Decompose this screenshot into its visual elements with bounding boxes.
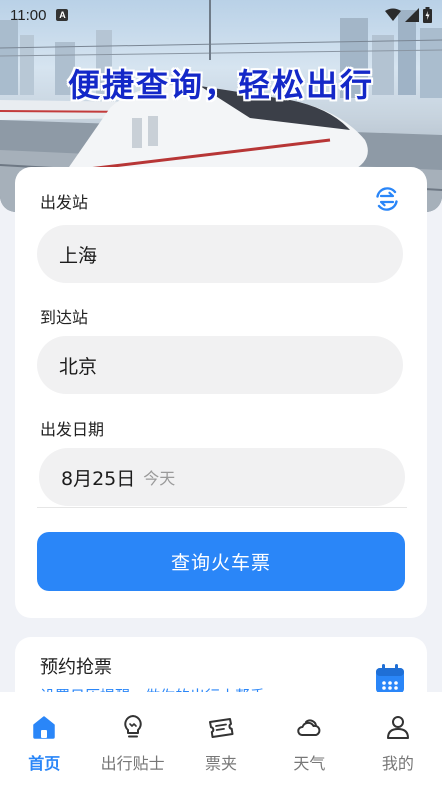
bottom-nav: 首页 出行贴士 票夹 天气 我的 — [0, 692, 442, 785]
arrival-station-field[interactable]: 北京 — [37, 336, 403, 394]
departure-label: 出发站 — [40, 193, 89, 212]
date-label: 出发日期 — [40, 420, 105, 439]
user-icon — [386, 716, 409, 739]
calendar-icon — [376, 664, 404, 693]
status-bar: 11:00 A — [0, 0, 442, 30]
weather-icon — [297, 719, 321, 736]
status-indicators — [385, 7, 432, 23]
search-tickets-button[interactable]: 查询火车票 — [37, 532, 405, 591]
signal-icon — [405, 8, 419, 22]
wifi-icon — [385, 8, 401, 21]
nav-label-tips: 出行贴士 — [100, 754, 165, 773]
nav-label-profile: 我的 — [381, 754, 414, 773]
nav-label-tickets: 票夹 — [205, 754, 238, 773]
lightbulb-icon — [123, 715, 142, 738]
arrival-label: 到达站 — [40, 308, 89, 327]
nav-item-tickets[interactable]: 票夹 — [177, 692, 265, 785]
date-today-hint: 今天 — [143, 469, 176, 488]
nav-item-tips[interactable]: 出行贴士 — [88, 692, 176, 785]
reservation-title: 预约抢票 — [40, 657, 112, 678]
nav-label-weather: 天气 — [293, 754, 326, 773]
departure-station-field[interactable]: 上海 — [37, 225, 403, 283]
home-icon — [33, 716, 55, 739]
departure-station-value: 上海 — [59, 244, 98, 267]
notification-icon: A — [56, 9, 69, 21]
departure-date-field[interactable]: 8月25日 今天 — [39, 448, 405, 506]
nav-label-home: 首页 — [28, 754, 61, 773]
date-divider — [37, 507, 407, 508]
battery-icon — [423, 7, 432, 23]
status-time: 11:00 — [10, 6, 47, 24]
swap-icon — [376, 187, 398, 211]
ticket-icon — [209, 718, 234, 738]
departure-date-value: 8月25日 — [61, 467, 136, 490]
ticket-search-card: 出发站 上海 到达站 北京 出发日期 8月25日 今天 查询火车票 — [15, 167, 427, 618]
arrival-station-value: 北京 — [59, 355, 98, 378]
nav-item-profile[interactable]: 我的 — [354, 692, 442, 785]
nav-item-weather[interactable]: 天气 — [265, 692, 353, 785]
nav-item-home[interactable]: 首页 — [0, 692, 88, 785]
swap-stations-button[interactable] — [372, 184, 402, 214]
hero-title: 便捷查询，轻松出行 — [67, 66, 374, 104]
